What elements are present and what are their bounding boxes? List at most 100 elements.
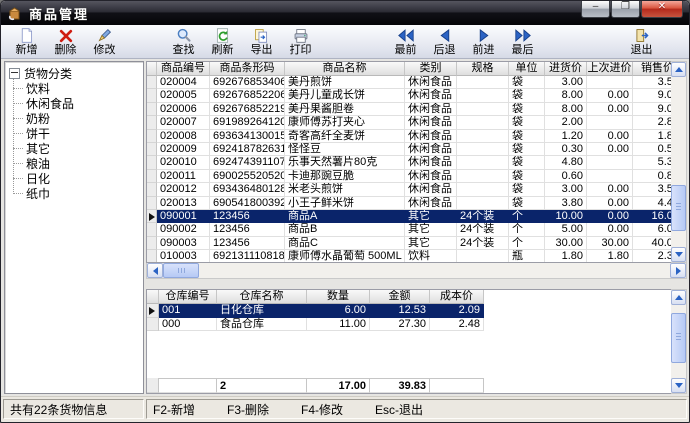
cell[interactable]: 0.00 [587, 143, 633, 156]
cell[interactable]: 30.00 [587, 237, 633, 250]
cell[interactable]: 27.30 [370, 318, 430, 332]
add-button[interactable]: 新增 [7, 26, 46, 59]
scroll-thumb[interactable] [671, 313, 686, 363]
scroll-track[interactable] [671, 305, 686, 313]
cell[interactable]: 6.00 [633, 223, 671, 236]
cell[interactable]: 0.30 [545, 143, 587, 156]
cell[interactable]: 休闲食品 [405, 116, 457, 129]
cell[interactable] [587, 170, 633, 183]
cell[interactable]: 乐事天然薯片80克 [285, 156, 405, 169]
next-record-button[interactable]: 前进 [464, 26, 503, 59]
cell[interactable]: 6924187826311 [210, 143, 285, 156]
exit-button[interactable]: 退出 [622, 26, 661, 59]
cell[interactable] [457, 76, 509, 89]
cell[interactable]: 1.20 [545, 130, 587, 143]
column-header-2[interactable]: 数量 [307, 290, 370, 304]
column-header-8[interactable]: 销售价 [633, 62, 671, 76]
product-row-10[interactable]: 090001123456商品A其它24个装个10.000.0016.00 [147, 210, 671, 223]
cell[interactable]: 090002 [157, 223, 210, 236]
column-header-4[interactable]: 成本价 [430, 290, 484, 304]
cell[interactable]: 24个装 [457, 223, 509, 236]
cell[interactable]: 3.50 [633, 76, 671, 89]
products-horizontal-scrollbar[interactable] [146, 263, 687, 279]
cell[interactable]: 个 [509, 237, 545, 250]
cell[interactable]: 4.80 [545, 156, 587, 169]
cell[interactable]: 0.80 [633, 170, 671, 183]
product-row-5[interactable]: 0200096924187826311怪怪豆休闲食品袋0.300.000.50 [147, 143, 671, 156]
warehouse-row-0[interactable]: 001日化仓库6.0012.532.09 [147, 304, 671, 318]
product-row-9[interactable]: 0200136905418003923小王子鲜米饼休闲食品袋3.800.004.… [147, 197, 671, 210]
cell[interactable]: 5.00 [545, 223, 587, 236]
cell[interactable]: 020009 [157, 143, 210, 156]
cell[interactable] [457, 183, 509, 196]
cell[interactable] [587, 156, 633, 169]
cell[interactable] [457, 143, 509, 156]
cell[interactable]: 饮料 [405, 250, 457, 263]
collapse-icon[interactable] [9, 68, 20, 79]
cell[interactable]: 020005 [157, 89, 210, 102]
cell[interactable]: 袋 [509, 170, 545, 183]
scroll-right-button[interactable] [670, 263, 686, 278]
cell[interactable]: 5.30 [633, 156, 671, 169]
product-row-4[interactable]: 0200086936341300155奇客高纤全麦饼休闲食品袋1.200.001… [147, 130, 671, 143]
product-row-13[interactable]: 0100036921311108183康师傅水晶葡萄 500ML饮料瓶1.801… [147, 250, 671, 263]
export-button[interactable]: 导出 [242, 26, 281, 59]
cell[interactable]: 2.09 [430, 304, 484, 318]
scroll-down-button[interactable] [671, 378, 686, 393]
cell[interactable]: 休闲食品 [405, 130, 457, 143]
cell[interactable]: 奇客高纤全麦饼 [285, 130, 405, 143]
cell[interactable]: 123456 [210, 210, 285, 223]
cell[interactable]: 2.00 [545, 116, 587, 129]
cell[interactable]: 休闲食品 [405, 156, 457, 169]
cell[interactable]: 30.00 [545, 237, 587, 250]
cell[interactable]: 1.80 [587, 250, 633, 263]
cell[interactable]: 0.00 [587, 223, 633, 236]
cell[interactable]: 020007 [157, 116, 210, 129]
column-header-3[interactable]: 金额 [370, 290, 430, 304]
cell[interactable]: 袋 [509, 130, 545, 143]
cell[interactable]: 休闲食品 [405, 76, 457, 89]
cell[interactable]: 0.00 [587, 183, 633, 196]
product-row-0[interactable]: 0200046926768534066美丹煎饼休闲食品袋3.003.50 [147, 76, 671, 89]
cell[interactable]: 3.80 [545, 197, 587, 210]
scroll-track[interactable] [671, 77, 686, 185]
cell[interactable]: 3.00 [545, 76, 587, 89]
column-header-7[interactable]: 上次进价 [587, 62, 633, 76]
cell[interactable]: 0.00 [587, 103, 633, 116]
scroll-track[interactable] [671, 363, 686, 378]
tree-item-7[interactable]: 纸巾 [13, 186, 141, 201]
cell[interactable] [457, 170, 509, 183]
cell[interactable]: 6919892641205 [210, 116, 285, 129]
cell[interactable]: 6900255205202 [210, 170, 285, 183]
tree-item-6[interactable]: 日化 [13, 171, 141, 186]
product-row-6[interactable]: 0200106924743911079乐事天然薯片80克休闲食品袋4.805.3… [147, 156, 671, 169]
scroll-track[interactable] [199, 263, 670, 278]
cell[interactable]: 123456 [210, 237, 285, 250]
cell[interactable]: 食品仓库 [217, 318, 307, 332]
maximize-button[interactable]: ❐ [611, 1, 640, 18]
first-record-button[interactable]: 最前 [386, 26, 425, 59]
cell[interactable]: 24个装 [457, 210, 509, 223]
product-row-11[interactable]: 090002123456商品B其它24个装个5.000.006.00 [147, 223, 671, 236]
cell[interactable]: 日化仓库 [217, 304, 307, 318]
cell[interactable]: 商品B [285, 223, 405, 236]
print-button[interactable]: 打印 [281, 26, 320, 59]
cell[interactable]: 020010 [157, 156, 210, 169]
cell[interactable]: 9.00 [633, 89, 671, 102]
column-header-0[interactable]: 商品编号 [157, 62, 210, 76]
scroll-left-button[interactable] [147, 263, 163, 278]
cell[interactable]: 袋 [509, 183, 545, 196]
cell[interactable]: 6926768534066 [210, 76, 285, 89]
cell[interactable]: 9.00 [633, 103, 671, 116]
cell[interactable]: 其它 [405, 210, 457, 223]
tree-item-1[interactable]: 休闲食品 [13, 96, 141, 111]
cell[interactable]: 美丹儿童成长饼 [285, 89, 405, 102]
cell[interactable]: 2.30 [633, 250, 671, 263]
cell[interactable]: 个 [509, 223, 545, 236]
cell[interactable]: 0.60 [545, 170, 587, 183]
cell[interactable]: 6926768522063 [210, 89, 285, 102]
cell[interactable]: 休闲食品 [405, 89, 457, 102]
cell[interactable]: 8.00 [545, 103, 587, 116]
cell[interactable] [457, 89, 509, 102]
cell[interactable]: 090003 [157, 237, 210, 250]
